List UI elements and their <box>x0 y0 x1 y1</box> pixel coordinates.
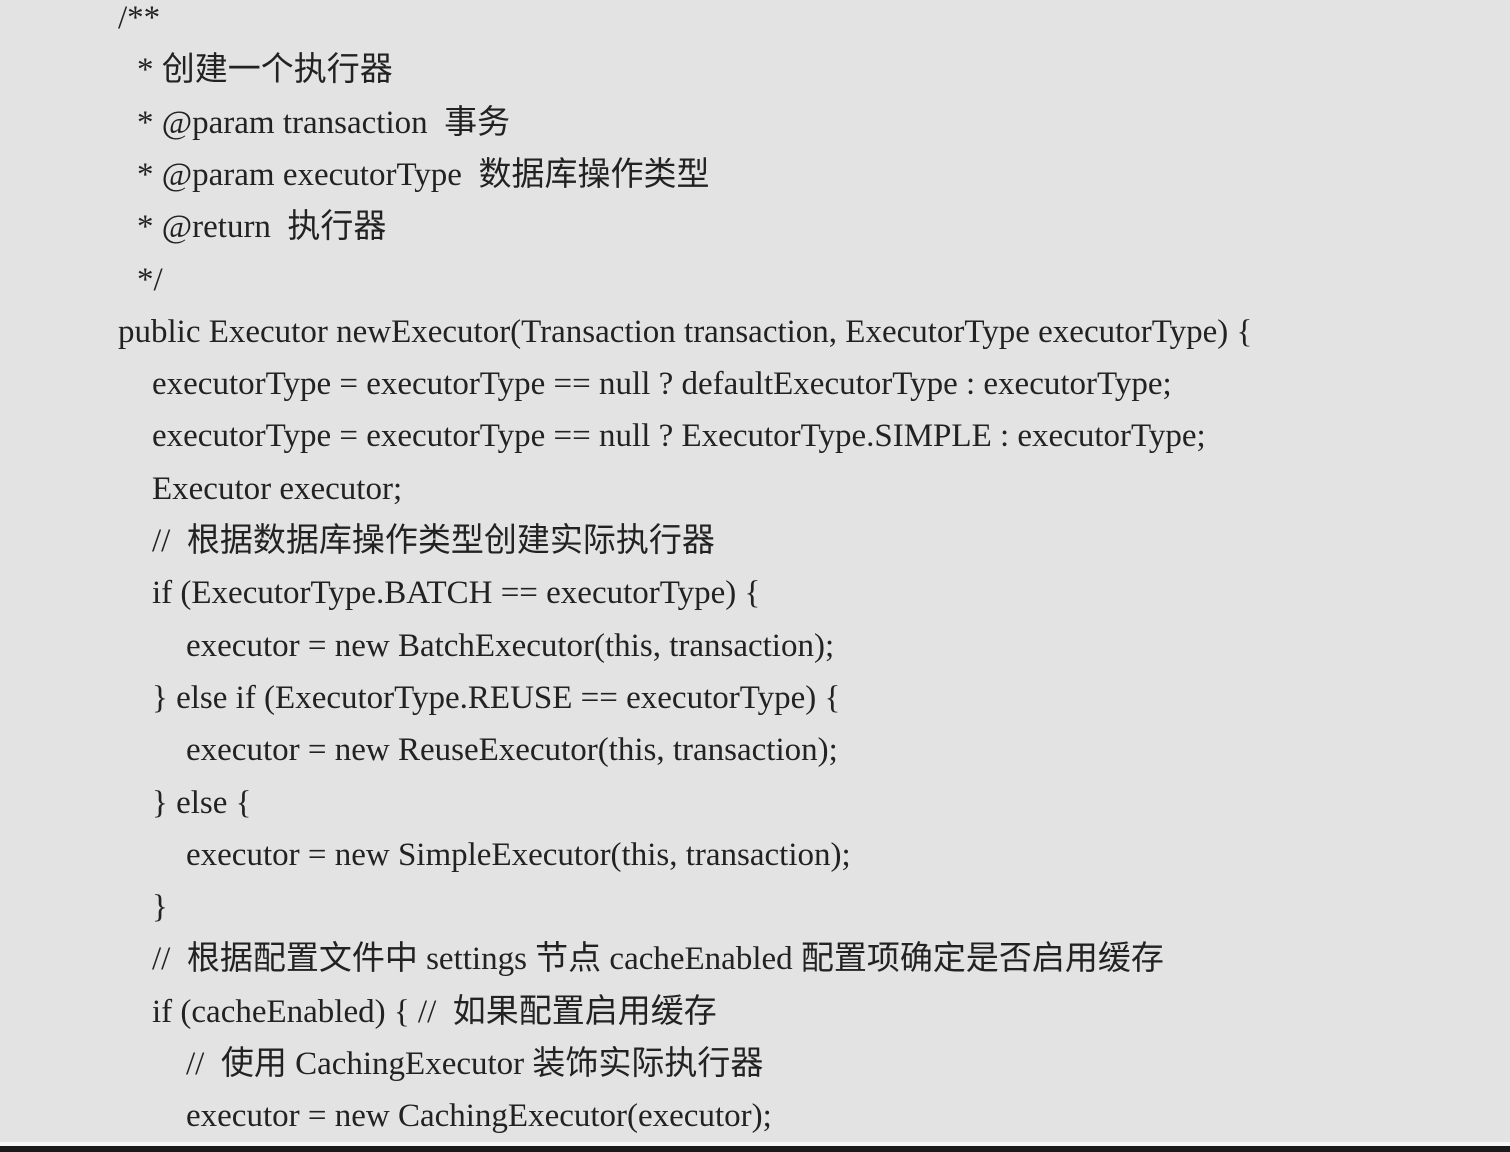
code-line: executor = new BatchExecutor(this, trans… <box>186 627 835 664</box>
code-line: executorType = executorType == null ? Ex… <box>152 418 1206 455</box>
code-line: if (cacheEnabled) { // 如果配置启用缓存 <box>152 993 717 1030</box>
code-line: // 使用 CachingExecutor 装饰实际执行器 <box>186 1046 764 1082</box>
code-line: executor = new CachingExecutor(executor)… <box>186 1098 772 1135</box>
code-line: * @param executorType 数据库操作类型 <box>137 156 710 193</box>
code-line: public Executor newExecutor(Transaction … <box>118 313 1253 350</box>
code-line: // 根据数据库操作类型创建实际执行器 <box>152 523 715 559</box>
code-line: } else { <box>152 784 252 821</box>
code-line: if (ExecutorType.BATCH == executorType) … <box>152 575 761 612</box>
code-line: Executor executor; <box>152 470 403 507</box>
code-line: * @return 执行器 <box>137 209 387 246</box>
code-line: executor = new ReuseExecutor(this, trans… <box>186 732 838 769</box>
code-line: } <box>152 889 168 926</box>
code-line: executorType = executorType == null ? de… <box>152 366 1172 403</box>
code-line: /** <box>118 0 161 36</box>
code-line: } else if (ExecutorType.REUSE == executo… <box>152 679 841 716</box>
code-line: * 创建一个执行器 <box>137 52 393 89</box>
code-line: // 根据配置文件中 settings 节点 cacheEnabled 配置项确… <box>152 941 1164 978</box>
code-line: */ <box>137 261 163 298</box>
bottom-bar <box>0 1146 1510 1152</box>
code-line: executor = new SimpleExecutor(this, tran… <box>186 836 851 873</box>
code-line: * @param transaction 事务 <box>137 104 511 141</box>
